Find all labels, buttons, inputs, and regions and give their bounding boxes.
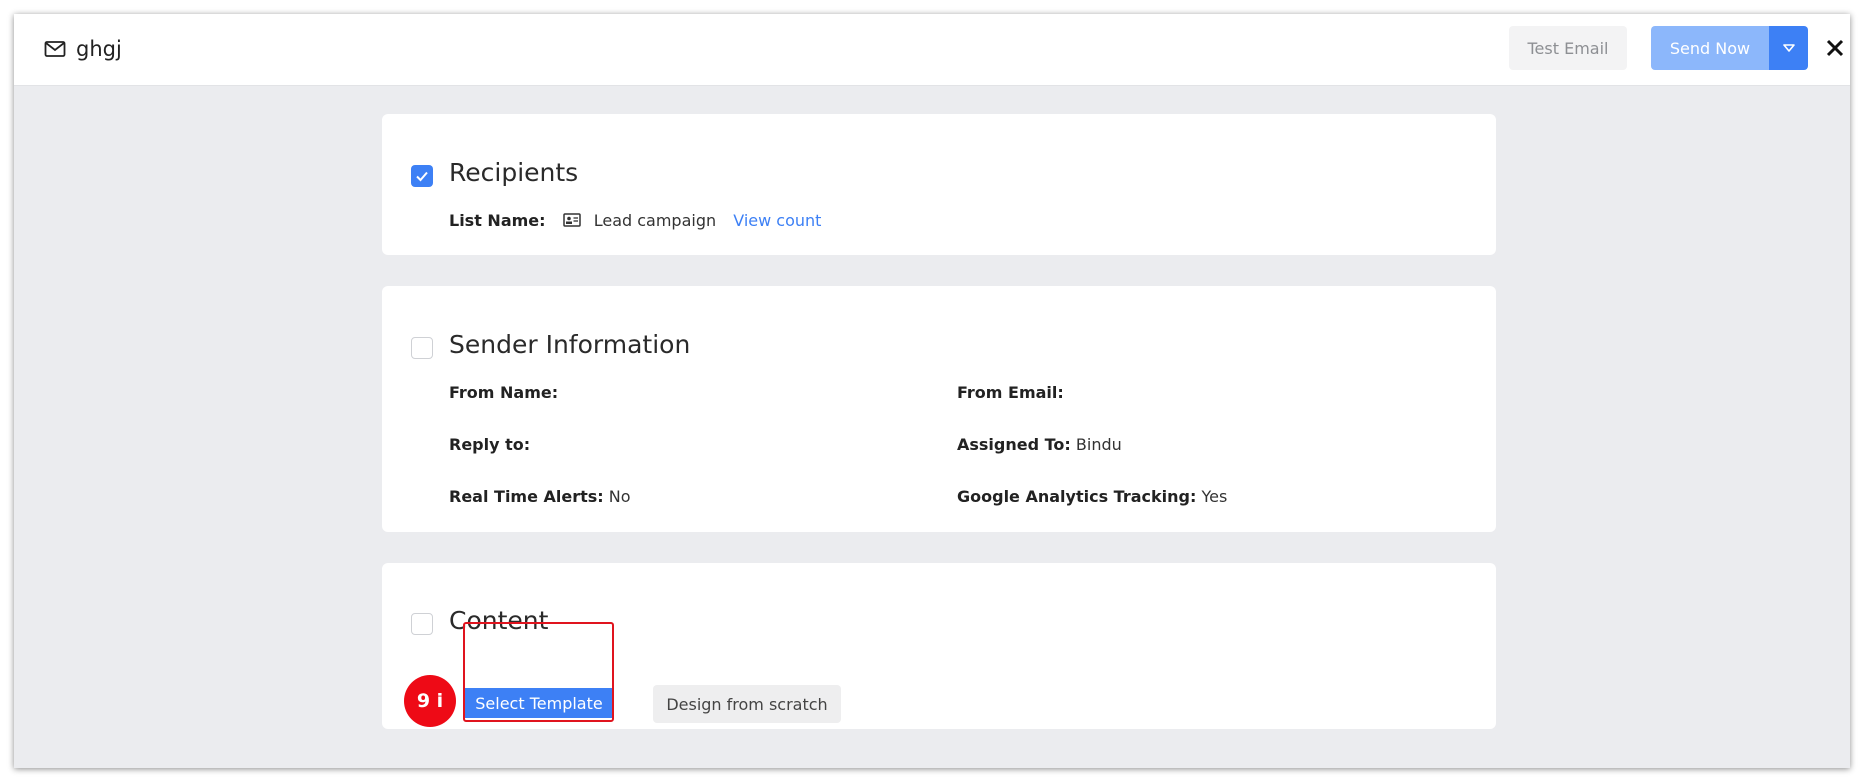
from-email-row: From Email: <box>957 383 1064 402</box>
campaign-title-wrap: ghgj <box>44 34 122 64</box>
sender-info-title: Sender Information <box>449 330 691 359</box>
mail-icon <box>44 41 66 57</box>
list-name-row: List Name: Lead campaign View count <box>449 211 821 230</box>
close-icon <box>1826 39 1844 57</box>
sender-info-checkbox[interactable] <box>411 337 433 359</box>
real-time-alerts-row: Real Time Alerts: No <box>449 487 631 506</box>
campaign-modal: ghgj Test Email Send Now Recipients List… <box>14 14 1850 768</box>
from-email-label: From Email: <box>957 383 1064 402</box>
annotation-step-badge: 9 i <box>404 675 456 727</box>
modal-header: ghgj Test Email Send Now <box>14 14 1850 86</box>
sender-info-card: Sender Information From Name: From Email… <box>382 286 1496 532</box>
view-count-link[interactable]: View count <box>733 211 821 230</box>
send-options-dropdown[interactable] <box>1769 26 1808 70</box>
caret-down-icon <box>1782 43 1795 52</box>
test-email-button[interactable]: Test Email <box>1509 26 1627 70</box>
assigned-to-row: Assigned To: Bindu <box>957 435 1122 454</box>
google-analytics-row: Google Analytics Tracking: Yes <box>957 487 1227 506</box>
recipients-title: Recipients <box>449 158 579 187</box>
assigned-to-label: Assigned To: <box>957 435 1071 454</box>
content-checkbox[interactable] <box>411 613 433 635</box>
real-time-alerts-value: No <box>608 487 631 506</box>
from-name-row: From Name: <box>449 383 558 402</box>
real-time-alerts-label: Real Time Alerts: <box>449 487 604 506</box>
close-button[interactable] <box>1822 34 1848 62</box>
assigned-to-value: Bindu <box>1075 435 1122 454</box>
recipients-card: Recipients List Name: Lead campaign View… <box>382 114 1496 255</box>
reply-to-row: Reply to: <box>449 435 530 454</box>
recipients-checkbox[interactable] <box>411 165 433 187</box>
annotation-highlight-box <box>463 622 614 722</box>
campaign-title: ghgj <box>76 37 122 61</box>
reply-to-label: Reply to: <box>449 435 531 454</box>
list-name-value: Lead campaign <box>593 211 717 230</box>
google-analytics-value: Yes <box>1201 487 1228 506</box>
contact-card-icon <box>562 213 581 227</box>
check-icon <box>416 171 428 182</box>
google-analytics-label: Google Analytics Tracking: <box>957 487 1197 506</box>
send-now-button[interactable]: Send Now <box>1651 26 1769 70</box>
design-from-scratch-button[interactable]: Design from scratch <box>653 685 841 723</box>
list-name-label: List Name: <box>449 211 546 230</box>
from-name-label: From Name: <box>449 383 559 402</box>
content-card: Content Select Template Design from scra… <box>382 563 1496 729</box>
